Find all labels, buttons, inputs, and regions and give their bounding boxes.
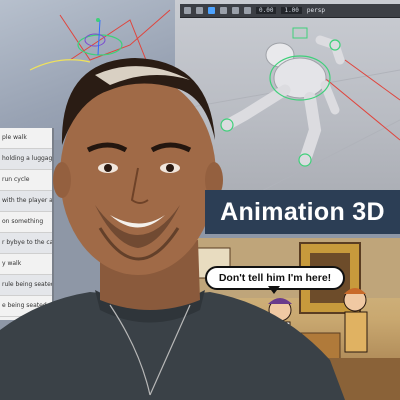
title-banner: Animation 3D <box>205 190 400 234</box>
speech-bubble-text: Don't tell him I'm here! <box>218 272 332 284</box>
speech-bubble-tail <box>268 286 280 294</box>
page-title: Animation 3D <box>220 197 385 226</box>
